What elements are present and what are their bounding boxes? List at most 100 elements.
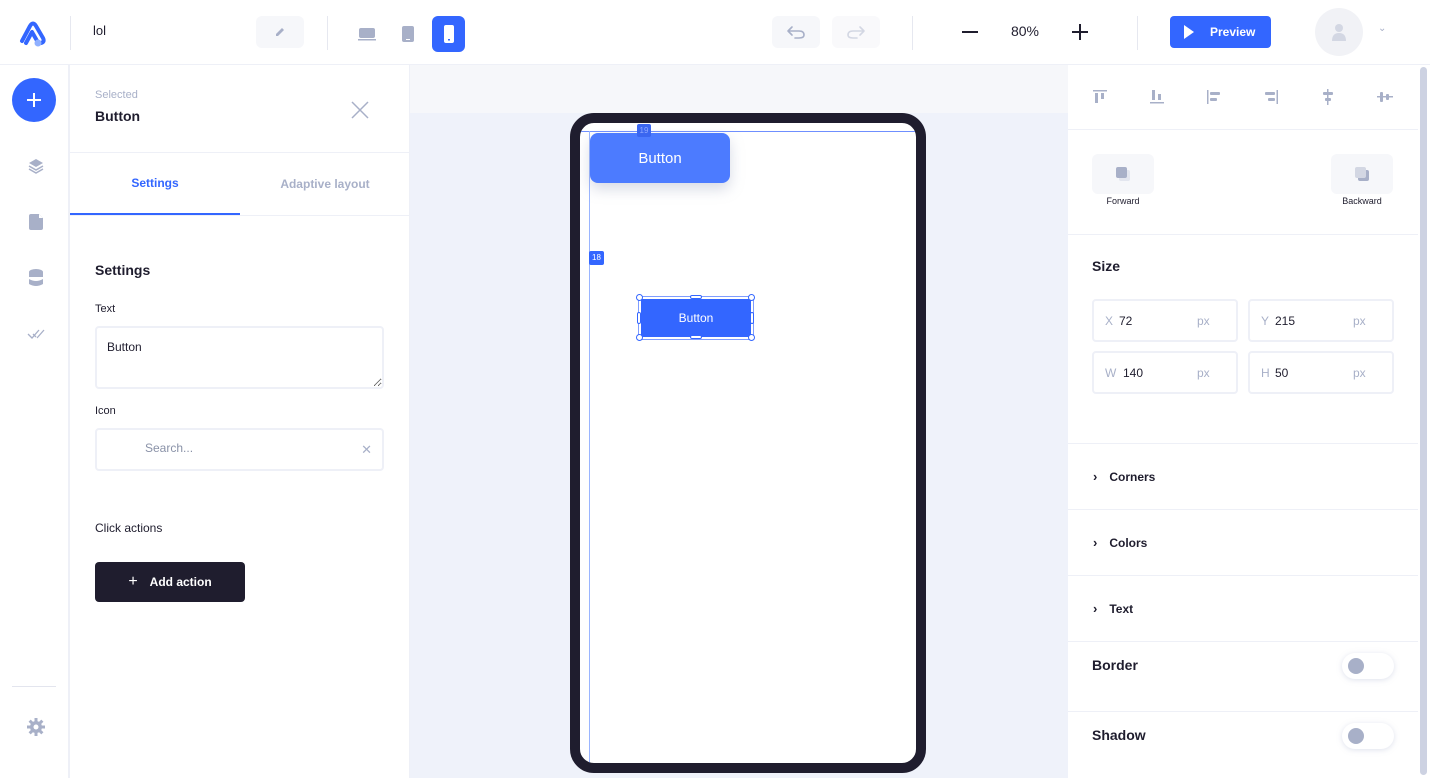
selected-button[interactable]: Button — [638, 296, 754, 340]
colors-section[interactable]: › Colors — [1068, 510, 1418, 576]
app-logo-icon[interactable] — [18, 17, 50, 49]
project-name[interactable]: lol — [93, 23, 106, 38]
width-unit: px — [1197, 366, 1210, 380]
device-desktop-button[interactable] — [350, 16, 383, 52]
add-action-button[interactable]: + Add action — [95, 562, 245, 602]
icon-label: Icon — [95, 405, 116, 417]
height-field[interactable]: H 50 px — [1248, 351, 1394, 394]
top-bar: lol 80% Preview ⌄ — [0, 0, 1430, 65]
tab-adaptive-layout[interactable]: Adaptive layout — [240, 153, 410, 215]
align-top-button[interactable] — [1090, 87, 1110, 107]
align-left-button[interactable] — [1204, 87, 1224, 107]
database-icon — [29, 269, 43, 286]
page-icon — [29, 214, 43, 230]
canvas-header — [410, 65, 1068, 113]
dragging-button-preview[interactable]: Button — [590, 133, 730, 183]
divider — [70, 16, 71, 50]
right-panel-scrollbar[interactable] — [1418, 65, 1430, 778]
plus-icon: + — [128, 573, 138, 590]
align-left-icon — [1207, 90, 1220, 104]
align-bottom-button[interactable] — [1147, 87, 1167, 107]
database-button[interactable] — [25, 267, 47, 289]
y-value[interactable]: 215 — [1275, 314, 1295, 328]
y-unit: px — [1353, 314, 1366, 328]
resize-handle-left[interactable] — [637, 312, 641, 324]
corners-section[interactable]: › Corners — [1068, 444, 1418, 510]
rename-button[interactable] — [256, 16, 304, 48]
chevron-down-icon[interactable]: ⌄ — [1378, 23, 1386, 34]
border-row: Border — [1068, 642, 1418, 712]
minus-icon — [962, 31, 978, 33]
desktop-icon — [357, 28, 376, 41]
user-avatar[interactable] — [1315, 8, 1363, 56]
text-style-label: Text — [1109, 601, 1134, 616]
y-field[interactable]: Y 215 px — [1248, 299, 1394, 342]
send-backward-button[interactable] — [1331, 154, 1393, 194]
resize-handle-bottom[interactable] — [690, 335, 702, 339]
x-value[interactable]: 72 — [1119, 314, 1132, 328]
distance-badge-left: 18 — [589, 251, 604, 265]
pencil-icon — [276, 28, 284, 36]
add-action-label: Add action — [149, 575, 212, 589]
settings-button[interactable] — [25, 716, 47, 738]
text-input[interactable] — [95, 326, 384, 389]
clear-icon[interactable]: ✕ — [361, 442, 372, 458]
toggle-knob — [1348, 728, 1364, 744]
resize-handle-top-left[interactable] — [636, 294, 643, 301]
size-title: Size — [1092, 258, 1121, 274]
zoom-in-button[interactable] — [1065, 17, 1095, 47]
resize-handle-top-right[interactable] — [748, 294, 755, 301]
border-toggle[interactable] — [1342, 653, 1394, 679]
pages-button[interactable] — [25, 211, 47, 233]
bring-forward-button[interactable] — [1092, 154, 1154, 194]
height-value[interactable]: 50 — [1275, 366, 1288, 380]
preview-label: Preview — [1210, 25, 1256, 39]
resize-handle-right[interactable] — [750, 312, 754, 324]
layers-icon — [28, 159, 44, 174]
text-section[interactable]: › Text — [1068, 576, 1418, 642]
zoom-out-button[interactable] — [955, 17, 985, 47]
corners-label: Corners — [1109, 469, 1156, 484]
align-center-horizontal-icon — [1377, 92, 1393, 102]
scrollbar-thumb[interactable] — [1420, 67, 1427, 775]
width-value[interactable]: 140 — [1123, 366, 1143, 380]
user-icon — [1332, 24, 1346, 41]
align-top-icon — [1093, 90, 1107, 103]
add-element-button[interactable] — [12, 78, 56, 122]
layers-button[interactable] — [25, 155, 47, 177]
resize-handle-top[interactable] — [690, 295, 702, 299]
canvas[interactable]: Button 19 18 Button — [410, 65, 1068, 778]
chevron-right-icon: › — [1093, 469, 1098, 484]
text-label: Text — [95, 303, 116, 315]
align-center-horizontal-button[interactable] — [1375, 87, 1395, 107]
gear-icon — [27, 718, 45, 736]
x-field[interactable]: X 72 px — [1092, 299, 1238, 342]
mobile-icon — [443, 25, 454, 43]
icon-search-field[interactable]: ✕ — [95, 428, 384, 471]
height-axis-label: H — [1261, 366, 1270, 380]
resize-handle-bottom-right[interactable] — [748, 334, 755, 341]
preview-button[interactable]: Preview — [1170, 16, 1271, 48]
divider — [1068, 234, 1418, 235]
width-field[interactable]: W 140 px — [1092, 351, 1238, 394]
colors-label: Colors — [1109, 535, 1148, 550]
selected-button-text: Button — [678, 311, 714, 325]
divider — [1137, 16, 1138, 50]
resize-handle-bottom-left[interactable] — [636, 334, 643, 341]
icon-search-input[interactable] — [145, 441, 345, 455]
plus-icon — [1072, 24, 1088, 40]
redo-button[interactable] — [832, 16, 880, 48]
shadow-toggle[interactable] — [1342, 723, 1394, 749]
device-tablet-button[interactable] — [391, 16, 424, 52]
checks-button[interactable] — [25, 323, 47, 345]
tab-settings[interactable]: Settings — [70, 153, 240, 215]
plus-icon — [27, 93, 41, 107]
zoom-level: 80% — [1010, 23, 1040, 39]
align-right-button[interactable] — [1261, 87, 1281, 107]
tablet-icon — [401, 26, 414, 42]
close-panel-button[interactable] — [348, 98, 372, 122]
shadow-label: Shadow — [1092, 727, 1146, 743]
undo-button[interactable] — [772, 16, 820, 48]
device-mobile-button[interactable] — [432, 16, 465, 52]
align-center-vertical-button[interactable] — [1318, 87, 1338, 107]
